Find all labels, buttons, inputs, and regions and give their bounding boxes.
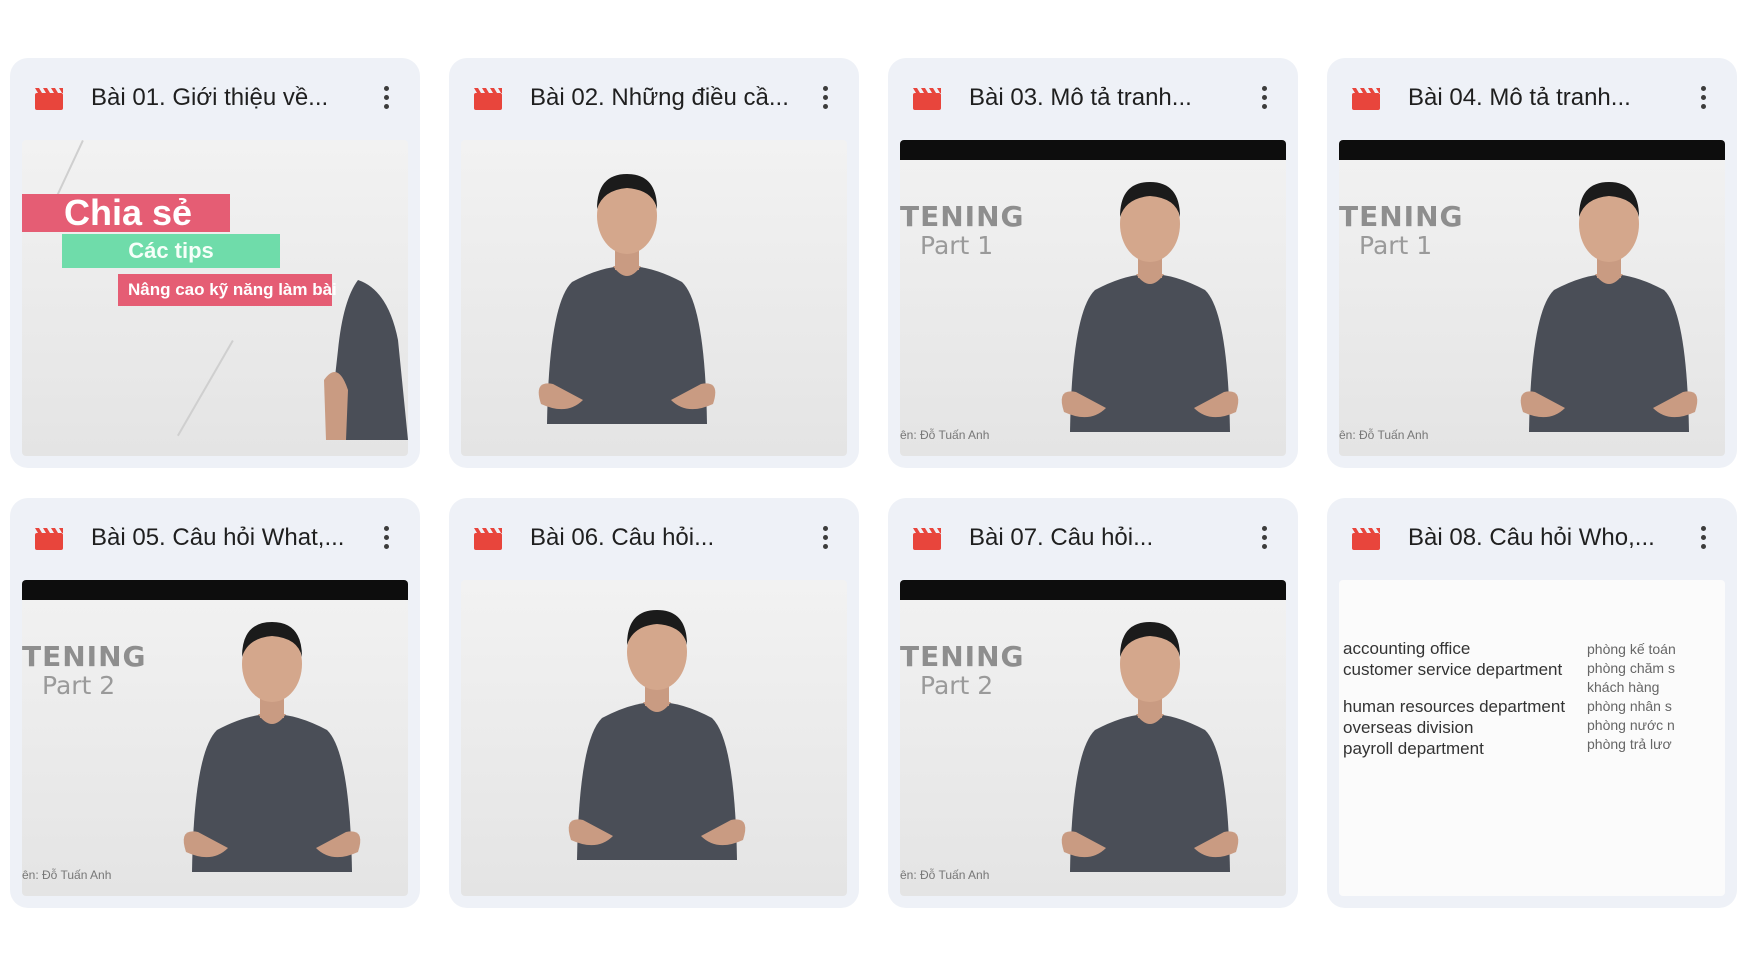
file-card[interactable]: Bài 01. Giới thiệu về... Chia sẻ Các tip…	[10, 58, 420, 468]
video-top-bar	[22, 580, 408, 600]
thumbnail: Chia sẻ Các tips Nâng cao kỹ năng làm bà…	[22, 140, 408, 456]
intro-banner-tips: Các tips	[62, 234, 280, 268]
thumbnail: TENING Part 2 ên: Đỗ Tuấn Anh	[22, 580, 408, 896]
vocab-item: payroll department	[1343, 739, 1484, 758]
thumbnail	[461, 140, 847, 456]
file-card[interactable]: Bài 03. Mô tả tranh... TENING Part 1 ên:…	[888, 58, 1298, 468]
vocab-item: accounting office	[1343, 639, 1471, 658]
more-vert-icon[interactable]	[811, 80, 839, 114]
more-vert-icon[interactable]	[1250, 80, 1278, 114]
vocab-item: phòng nước n	[1587, 717, 1675, 733]
presenter-image	[1050, 602, 1250, 872]
card-header: Bài 07. Câu hỏi...	[888, 498, 1298, 570]
file-card[interactable]: Bài 06. Câu hỏi...	[449, 498, 859, 908]
file-grid: Bài 01. Giới thiệu về... Chia sẻ Các tip…	[10, 58, 1737, 908]
intro-banner-share: Chia sẻ	[22, 194, 230, 232]
video-file-icon	[35, 86, 63, 110]
vocab-item: phòng nhân s	[1587, 698, 1672, 714]
card-header: Bài 03. Mô tả tranh...	[888, 58, 1298, 130]
card-title: Bài 08. Câu hỏi Who,...	[1408, 524, 1655, 551]
thumbnail	[461, 580, 847, 896]
slide-title: TENING	[900, 640, 1025, 673]
video-top-bar	[900, 140, 1286, 160]
slide-part: Part 1	[920, 231, 994, 260]
more-vert-icon[interactable]	[811, 520, 839, 554]
presenter-caption: ên: Đỗ Tuấn Anh	[22, 868, 112, 882]
presenter-caption: ên: Đỗ Tuấn Anh	[1339, 428, 1429, 442]
video-file-icon	[35, 526, 63, 550]
presenter-image	[1509, 162, 1709, 432]
card-title: Bài 05. Câu hỏi What,...	[91, 524, 345, 551]
vocab-item: customer service department	[1343, 660, 1563, 679]
more-vert-icon[interactable]	[372, 520, 400, 554]
card-title: Bài 07. Câu hỏi...	[969, 524, 1154, 551]
presenter-caption: ên: Đỗ Tuấn Anh	[900, 868, 990, 882]
presenter-image	[318, 280, 408, 440]
slide-title: TENING	[900, 200, 1025, 233]
card-title: Bài 02. Những điều cầ...	[530, 84, 789, 111]
file-card[interactable]: Bài 04. Mô tả tranh... TENING Part 1 ên:…	[1327, 58, 1737, 468]
file-card[interactable]: Bài 05. Câu hỏi What,... TENING Part 2 ê…	[10, 498, 420, 908]
video-file-icon	[1352, 526, 1380, 550]
vocab-item: human resources department	[1343, 697, 1566, 716]
thumbnail: accounting office customer service depar…	[1339, 580, 1725, 896]
slide-title: TENING	[1339, 200, 1464, 233]
file-card[interactable]: Bài 08. Câu hỏi Who,... accounting offic…	[1327, 498, 1737, 908]
card-header: Bài 08. Câu hỏi Who,...	[1327, 498, 1737, 570]
more-vert-icon[interactable]	[372, 80, 400, 114]
slide-part: Part 1	[1359, 231, 1433, 260]
vocab-list-vietnamese: phòng kế toán phòng chăm s khách hàng ph…	[1587, 640, 1676, 754]
vocab-item: phòng trả lươ	[1587, 736, 1672, 752]
video-top-bar	[900, 580, 1286, 600]
card-header: Bài 01. Giới thiệu về...	[10, 58, 420, 130]
intro-banner-skills: Nâng cao kỹ năng làm bài	[118, 274, 337, 306]
thumbnail: TENING Part 1 ên: Đỗ Tuấn Anh	[1339, 140, 1725, 456]
vocab-item: khách hàng	[1587, 679, 1660, 695]
thumbnail: TENING Part 2 ên: Đỗ Tuấn Anh	[900, 580, 1286, 896]
card-title: Bài 04. Mô tả tranh...	[1408, 84, 1631, 111]
card-title: Bài 06. Câu hỏi...	[530, 524, 715, 551]
vocab-item: overseas division	[1343, 718, 1474, 737]
video-file-icon	[913, 86, 941, 110]
more-vert-icon[interactable]	[1689, 520, 1717, 554]
file-card[interactable]: Bài 07. Câu hỏi... TENING Part 2 ên: Đỗ …	[888, 498, 1298, 908]
card-header: Bài 04. Mô tả tranh...	[1327, 58, 1737, 130]
video-file-icon	[474, 86, 502, 110]
presenter-image	[527, 154, 727, 424]
video-file-icon	[1352, 86, 1380, 110]
slide-title: TENING	[22, 640, 147, 673]
presenter-image	[557, 590, 757, 860]
video-file-icon	[474, 526, 502, 550]
presenter-image	[1050, 162, 1250, 432]
card-header: Bài 02. Những điều cầ...	[449, 58, 859, 130]
more-vert-icon[interactable]	[1689, 80, 1717, 114]
card-header: Bài 05. Câu hỏi What,...	[10, 498, 420, 570]
more-vert-icon[interactable]	[1250, 520, 1278, 554]
presenter-image	[172, 602, 372, 872]
video-file-icon	[913, 526, 941, 550]
vocab-item: phòng chăm s	[1587, 660, 1675, 676]
card-title: Bài 03. Mô tả tranh...	[969, 84, 1192, 111]
card-header: Bài 06. Câu hỏi...	[449, 498, 859, 570]
file-card[interactable]: Bài 02. Những điều cầ...	[449, 58, 859, 468]
slide-part: Part 2	[42, 671, 116, 700]
vocab-item: phòng kế toán	[1587, 641, 1676, 657]
video-top-bar	[1339, 140, 1725, 160]
presenter-caption: ên: Đỗ Tuấn Anh	[900, 428, 990, 442]
card-title: Bài 01. Giới thiệu về...	[91, 84, 329, 111]
thumbnail: TENING Part 1 ên: Đỗ Tuấn Anh	[900, 140, 1286, 456]
slide-part: Part 2	[920, 671, 994, 700]
vocab-list-english: accounting office customer service depar…	[1343, 638, 1565, 759]
